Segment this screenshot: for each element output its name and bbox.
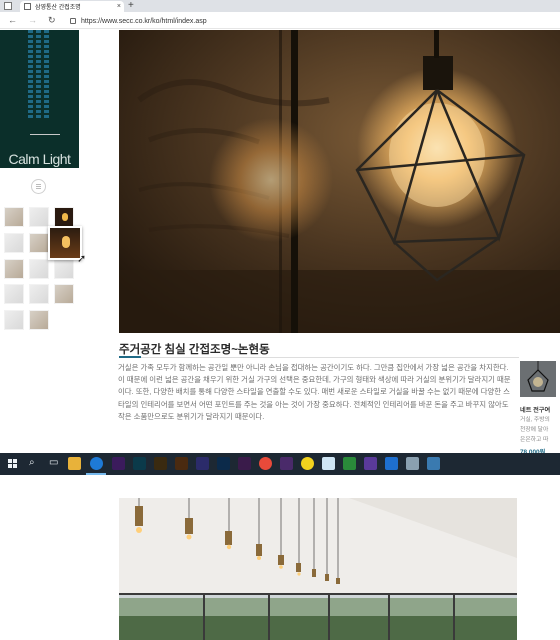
product-thumbnail[interactable] — [520, 361, 556, 397]
page-spacer — [0, 475, 560, 498]
browser-nav-bar: ← → ↻ https://www.secc.co.kr/ko/html/ind… — [0, 12, 560, 29]
browser-tab-bar: 삼영통산 간접조명 × + — [0, 0, 560, 12]
product-name[interactable]: 네트 전구여 — [520, 405, 560, 414]
brand-divider — [30, 134, 60, 135]
tab-title: 삼영통산 간접조명 — [35, 5, 81, 11]
product-card[interactable]: 네트 전구여 거실, 주방의 천장에 달아 은은하고 따 78,000원 — [520, 361, 560, 456]
photos-icon[interactable] — [427, 457, 440, 470]
thumbnail[interactable] — [29, 233, 49, 253]
thumbnail[interactable] — [4, 233, 24, 253]
bulb-photo — [119, 30, 560, 333]
file-explorer-icon[interactable] — [68, 457, 81, 470]
app-icon[interactable] — [364, 457, 377, 470]
thumbnail[interactable] — [29, 310, 49, 330]
product-desc-line: 거실, 주방의 — [520, 417, 550, 423]
chrome-icon[interactable] — [259, 457, 272, 470]
brand-banner[interactable]: Calm Light — [0, 30, 79, 168]
new-tab-button[interactable]: + — [128, 0, 134, 11]
thumbnail[interactable] — [4, 259, 24, 279]
premiere-pro-icon[interactable] — [280, 457, 293, 470]
back-icon[interactable]: ← — [8, 15, 17, 25]
search-icon[interactable]: ⌕ — [29, 457, 35, 468]
screen: 삼영통산 간접조명 × + ← → ↻ https://www.secc.co.… — [0, 0, 560, 640]
thumbnail[interactable] — [4, 310, 24, 330]
interior-photo — [119, 498, 517, 640]
page-favicon-icon — [24, 3, 31, 10]
thumbnail[interactable] — [54, 207, 74, 227]
brand-pattern — [28, 30, 50, 118]
premiere-icon[interactable] — [238, 457, 251, 470]
mouse-pointer-icon: ➚ — [77, 253, 87, 265]
media-encoder-icon[interactable] — [196, 457, 209, 470]
thumbnail[interactable] — [54, 259, 74, 279]
brand-title: Calm Light — [8, 151, 71, 167]
windows-start-icon[interactable] — [8, 459, 18, 469]
address-url[interactable]: https://www.secc.co.kr/ko/html/index.asp — [81, 18, 207, 25]
taskbar: ⌕ ▭ — [0, 453, 560, 475]
title-underline — [119, 357, 519, 358]
reload-icon[interactable]: ↻ — [48, 15, 56, 26]
lock-icon — [70, 18, 76, 24]
after-effects-icon[interactable] — [112, 457, 125, 470]
pendant-lamp-icon — [527, 361, 549, 392]
illustrator-icon[interactable] — [175, 457, 188, 470]
thumbnail[interactable] — [29, 259, 49, 279]
title-accent-bar — [119, 356, 141, 358]
hero-image — [119, 30, 560, 333]
menu-icon[interactable] — [31, 179, 46, 194]
audition-icon[interactable] — [133, 457, 146, 470]
thumbnail[interactable] — [4, 207, 24, 227]
interior-photo-art — [119, 498, 517, 640]
photoshop-icon[interactable] — [217, 457, 230, 470]
bridge-icon[interactable] — [154, 457, 167, 470]
tab-close-icon[interactable]: × — [117, 3, 121, 10]
product-desc-line: 은은하고 따 — [520, 437, 549, 443]
thumbnail[interactable] — [29, 284, 49, 304]
edge-browser-icon[interactable] — [90, 457, 103, 470]
post-body: 거실은 가족 모두가 함께하는 공간일 뿐만 아니라 손님을 접대하는 공간이기… — [118, 363, 511, 421]
thumbnail[interactable] — [54, 284, 74, 304]
thumbnail[interactable] — [4, 284, 24, 304]
window-icon — [4, 2, 12, 10]
notepad-icon[interactable] — [322, 457, 335, 470]
forward-icon[interactable]: → — [28, 15, 37, 25]
calculator-icon[interactable] — [406, 457, 419, 470]
kakaotalk-icon[interactable] — [301, 457, 314, 470]
address-bar[interactable]: https://www.secc.co.kr/ko/html/index.asp — [70, 15, 554, 27]
thumbnail[interactable] — [29, 207, 49, 227]
task-view-icon[interactable]: ▭ — [49, 457, 58, 468]
browser-tab[interactable]: 삼영통산 간접조명 × — [20, 1, 124, 12]
vscode-icon[interactable] — [385, 457, 398, 470]
media-player-icon[interactable] — [343, 457, 356, 470]
product-desc-line: 천장에 달아 — [520, 427, 549, 433]
post-title: 주거공간 침실 간접조명~논현동 — [119, 344, 270, 356]
